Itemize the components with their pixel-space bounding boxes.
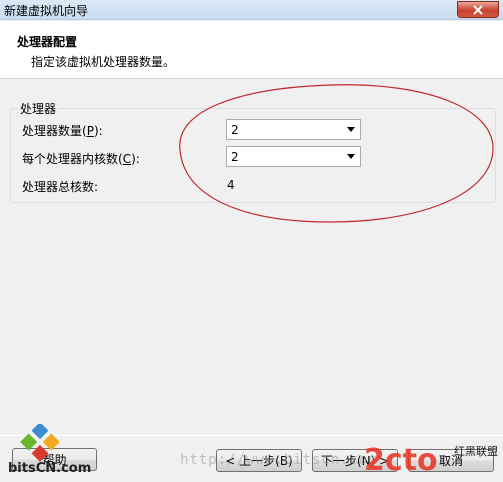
wizard-header: 处理器配置 指定该虚拟机处理器数量。 xyxy=(0,21,503,79)
processor-count-label-text: 处理器数量( xyxy=(22,124,87,138)
processor-count-accel: P xyxy=(86,124,94,138)
processor-count-label: 处理器数量(P): xyxy=(22,122,103,139)
window-title: 新建虚拟机向导 xyxy=(4,4,89,18)
chevron-down-icon xyxy=(347,127,355,132)
cores-accel: C xyxy=(122,152,132,166)
total-cores-value: 4 xyxy=(227,178,235,192)
group-legend: 处理器 xyxy=(18,100,59,117)
processor-count-value: 2 xyxy=(231,123,239,137)
new-vm-wizard-window: 新建虚拟机向导 处理器配置 指定该虚拟机处理器数量。 处理器 处理器数量(P):… xyxy=(0,0,503,482)
cores-per-processor-label: 每个处理器内核数(C): xyxy=(22,150,140,167)
2cto-logo-icon: 2cto xyxy=(364,443,438,478)
cores-label-text: 每个处理器内核数( xyxy=(22,152,123,166)
cores-value: 2 xyxy=(231,150,239,164)
close-button[interactable] xyxy=(457,1,499,18)
page-title: 处理器配置 xyxy=(17,35,78,49)
cores-per-processor-select[interactable]: 2 xyxy=(226,146,361,167)
close-icon xyxy=(473,4,483,15)
processor-count-select[interactable]: 2 xyxy=(226,119,361,140)
page-subtitle: 指定该虚拟机处理器数量。 xyxy=(31,55,176,69)
hk-union-logo-text: 红黑联盟 xyxy=(454,445,498,458)
2cto-logo-lettering: 2cto xyxy=(364,443,438,478)
total-cores-label: 处理器总核数: xyxy=(22,180,99,194)
url-watermark: http://www.bitscn.com xyxy=(180,452,379,468)
chevron-down-icon xyxy=(347,154,355,159)
processor-count-label-suffix: ): xyxy=(93,124,103,138)
cores-label-suffix: ): xyxy=(131,152,140,166)
title-bar: 新建虚拟机向导 xyxy=(0,0,503,20)
bitscn-logo-text: bitsCN.com xyxy=(8,461,92,476)
